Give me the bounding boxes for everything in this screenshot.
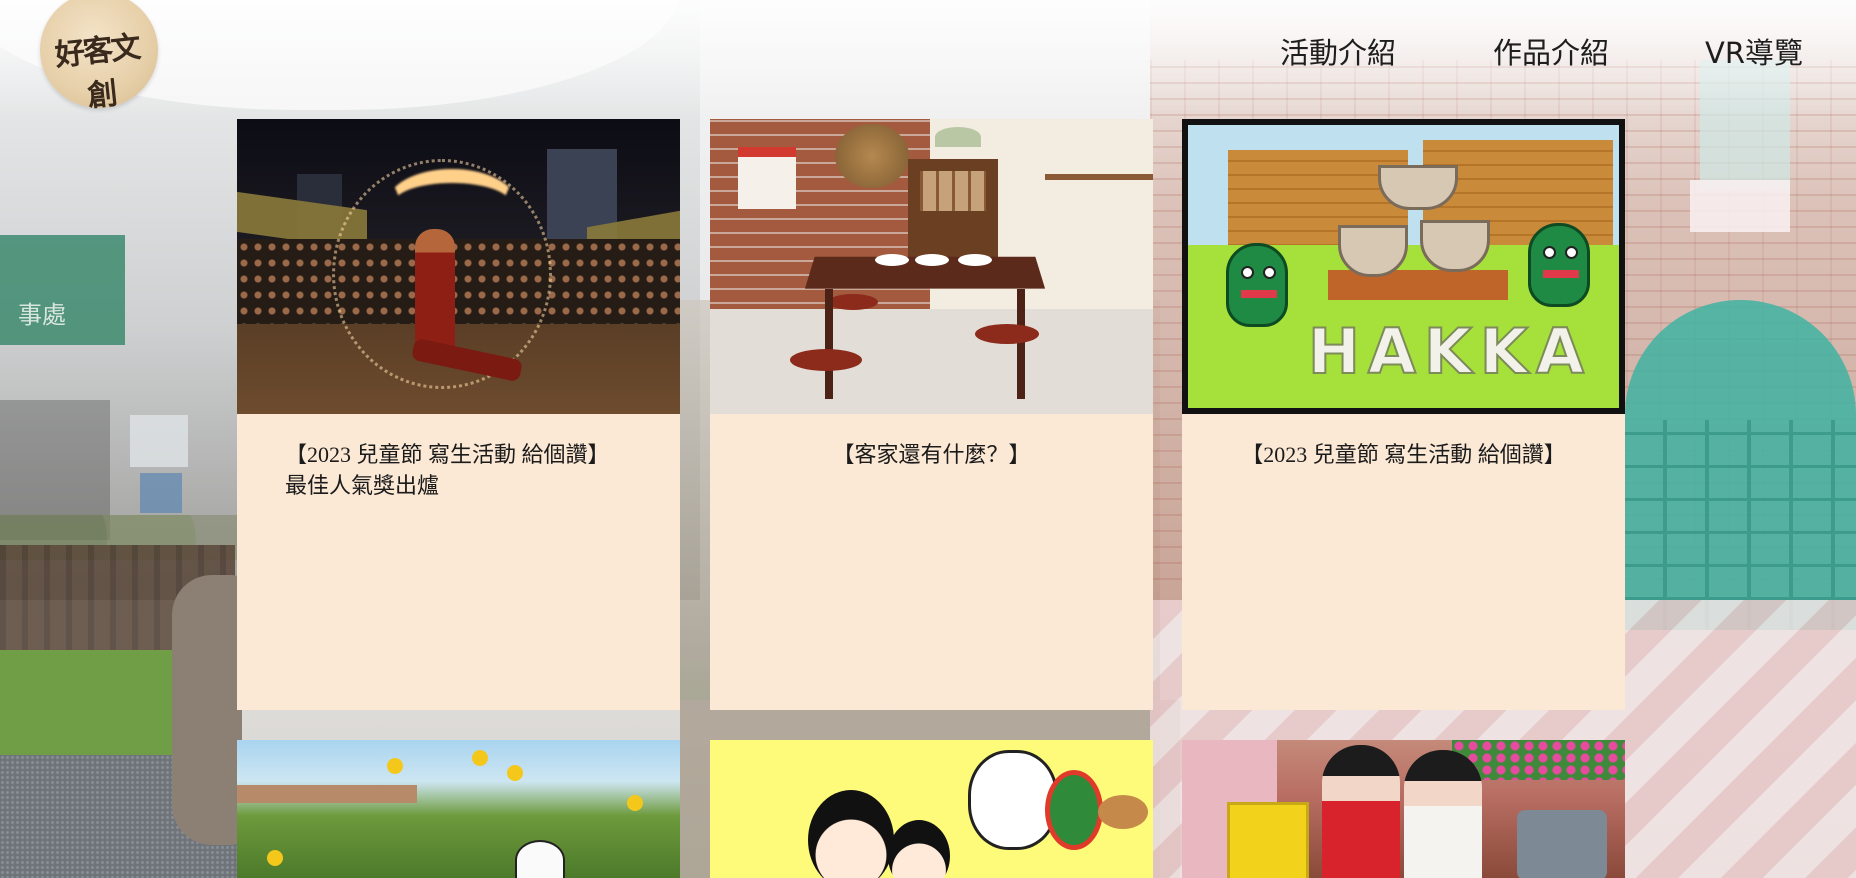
card-caption[interactable]: 【客家還有什麼？】 (710, 439, 1153, 470)
cartoon-illustration[interactable] (710, 740, 1153, 878)
flowers-panda-photo[interactable] (237, 740, 680, 878)
fire-dance-photo[interactable] (237, 119, 680, 414)
card-subtitle: 最佳人氣獎出爐 (285, 473, 440, 498)
nav-vr-tour[interactable]: VR導覽 (1705, 30, 1803, 72)
logo-text: 好客文創 (53, 29, 141, 115)
background-sign-text: 事處 (18, 301, 66, 329)
article-card[interactable]: 【2023 兒童節 寫生活動 給個讚】 最佳人氣獎出爐 (237, 119, 680, 710)
hakka-dining-photo[interactable] (710, 119, 1153, 414)
nav-works[interactable]: 作品介紹 (1493, 30, 1609, 72)
article-card[interactable] (1182, 740, 1625, 878)
children-market-photo[interactable] (1182, 740, 1625, 878)
drawing-text: HAKKA (1307, 314, 1592, 389)
article-card[interactable] (237, 740, 680, 878)
card-title: 【2023 兒童節 寫生活動 給個讚】 (285, 442, 610, 467)
child-drawing-image[interactable]: HAKKA (1182, 119, 1625, 414)
card-caption[interactable]: 【2023 兒童節 寫生活動 給個讚】 最佳人氣獎出爐 (237, 439, 680, 501)
article-card[interactable] (710, 740, 1153, 878)
card-title: 【客家還有什麼？】 (832, 442, 1031, 467)
card-title: 【2023 兒童節 寫生活動 給個讚】 (1241, 442, 1566, 467)
article-card[interactable]: HAKKA 【2023 兒童節 寫生活動 給個讚】 (1182, 119, 1625, 710)
card-caption[interactable]: 【2023 兒童節 寫生活動 給個讚】 (1182, 439, 1625, 470)
nav-activities[interactable]: 活動介紹 (1280, 30, 1396, 72)
main-nav: 活動介紹 作品介紹 VR導覽 (1250, 30, 1810, 74)
article-card[interactable]: 【客家還有什麼？】 (710, 119, 1153, 710)
site-logo[interactable]: 好客文創 (40, 0, 158, 114)
